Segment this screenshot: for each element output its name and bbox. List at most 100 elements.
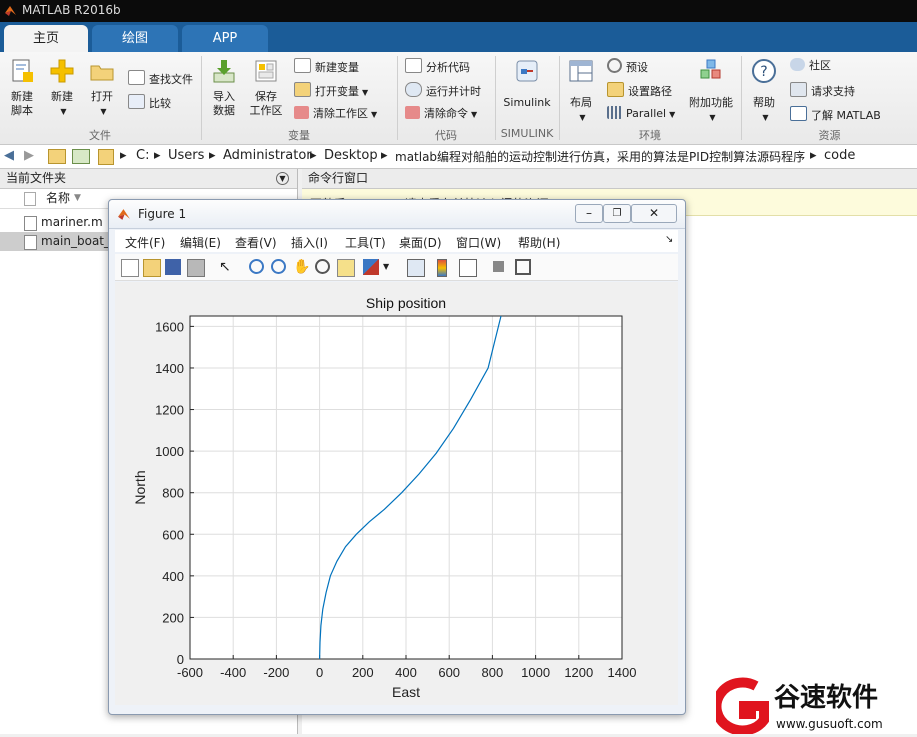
breadcrumb-desktop[interactable]: Desktop <box>324 148 378 163</box>
gusuoft-logo-icon: 谷速软件 www.gusuoft.com <box>711 677 883 736</box>
menu-edit[interactable]: 编辑(E) <box>180 234 221 251</box>
find-files-button[interactable]: 查找文件 <box>128 70 193 86</box>
save-workspace-label-2: 工作区 <box>249 104 283 117</box>
y-tick-label: 1000 <box>155 444 184 459</box>
clear-workspace-label: 清除工作区 <box>313 107 368 120</box>
open-variable-button[interactable]: 打开变量 ▼ <box>294 82 368 98</box>
run-and-time-label: 运行并计时 <box>426 85 481 98</box>
y-tick-label: 0 <box>177 652 184 667</box>
back-arrow-icon[interactable]: ◀ <box>4 148 14 163</box>
group-label-environment: 环境 <box>639 129 661 142</box>
layout-button[interactable]: 布局 ▼ <box>564 58 598 125</box>
up-folder-icon[interactable] <box>48 149 66 164</box>
open-file-icon[interactable] <box>143 259 161 277</box>
x-axis-label: East <box>392 684 420 700</box>
preferences-label: 预设 <box>626 61 648 74</box>
breadcrumb-users[interactable]: Users <box>168 148 204 163</box>
figure-title-bar[interactable]: Figure 1 – ❐ ✕ <box>109 200 685 229</box>
y-tick-label: 1200 <box>155 403 184 418</box>
pointer-icon[interactable]: ↖ <box>219 259 235 275</box>
menu-tools[interactable]: 工具(T) <box>345 234 386 251</box>
new-figure-icon[interactable] <box>121 259 139 277</box>
zoom-out-icon[interactable] <box>271 259 286 274</box>
file-name: mariner.m <box>41 215 103 229</box>
clear-workspace-button[interactable]: 清除工作区 ▼ <box>294 106 377 122</box>
set-path-button[interactable]: 设置路径 <box>607 82 672 98</box>
browse-folder-icon[interactable] <box>72 149 90 164</box>
preferences-button[interactable]: 预设 <box>607 58 648 74</box>
app-title: MATLAB R2016b <box>22 3 121 17</box>
x-tick-label: 600 <box>438 665 460 680</box>
breadcrumb-drive[interactable]: C: <box>136 148 149 163</box>
brush-icon[interactable] <box>363 259 379 275</box>
figure-canvas[interactable]: -600 -400 -200 0 200 400 600 800 1000 1200 1400 0 2… <box>115 282 678 705</box>
breadcrumb-administrator[interactable]: Administrator <box>223 148 312 163</box>
chevron-down-icon: ▼ <box>60 107 67 116</box>
tab-plots[interactable]: 绘图 <box>92 25 178 52</box>
close-button[interactable]: ✕ <box>631 204 677 223</box>
minimize-button[interactable]: – <box>575 204 603 223</box>
name-column-label: 名称 <box>46 191 71 205</box>
save-icon[interactable] <box>165 259 181 275</box>
new-button[interactable]: 新建 ▼ <box>44 58 80 119</box>
m-file-icon <box>24 235 37 250</box>
x-tick-label: 1200 <box>564 665 593 680</box>
panel-options-icon[interactable]: ▼ <box>276 172 289 185</box>
ribbon: 新建 脚本 新建 ▼ 打开 ▼ 查找文件 比较 文件 导入 数据 保存 工作区 … <box>0 52 917 145</box>
pan-icon[interactable]: ✋ <box>293 259 310 275</box>
breadcrumb-code[interactable]: code <box>824 148 855 163</box>
chevron-down-icon[interactable]: ▼ <box>383 259 391 275</box>
learn-icon <box>790 106 807 121</box>
menu-insert[interactable]: 插入(I) <box>291 234 328 251</box>
new-variable-button[interactable]: 新建变量 <box>294 58 359 74</box>
save-workspace-button[interactable]: 保存 工作区 <box>245 58 287 118</box>
menu-desktop[interactable]: 桌面(D) <box>399 234 442 251</box>
open-button[interactable]: 打开 ▼ <box>84 58 120 119</box>
tab-apps[interactable]: APP <box>182 25 268 52</box>
folder-icon <box>98 149 114 165</box>
colorbar-icon[interactable] <box>437 259 447 277</box>
clear-commands-button[interactable]: 清除命令 ▼ <box>405 106 477 122</box>
addons-button[interactable]: 附加功能 ▼ <box>686 58 736 125</box>
new-script-label-1: 新建 <box>11 90 33 103</box>
matlab-logo-icon <box>5 6 16 16</box>
sort-down-icon: ▼ <box>74 193 81 203</box>
save-workspace-label-1: 保存 <box>255 90 277 103</box>
figure-window[interactable]: Figure 1 – ❐ ✕ 文件(F) 编辑(E) 查看(V) 插入(I) 工… <box>108 199 686 715</box>
hide-plot-tools-icon[interactable] <box>493 261 504 272</box>
dock-arrow-icon[interactable]: ↘ <box>665 234 673 245</box>
restore-button[interactable]: ❐ <box>603 204 631 223</box>
chevron-down-icon: ▼ <box>762 113 769 122</box>
menu-help[interactable]: 帮助(H) <box>518 234 560 251</box>
current-folder-header: 当前文件夹 ▼ <box>0 169 297 189</box>
tab-home[interactable]: 主页 <box>4 25 88 52</box>
zoom-in-icon[interactable] <box>249 259 264 274</box>
legend-icon[interactable] <box>459 259 477 277</box>
compare-button[interactable]: 比较 <box>128 94 171 110</box>
learn-matlab-button[interactable]: 了解 MATLAB <box>790 106 881 122</box>
new-script-button[interactable]: 新建 脚本 <box>4 58 40 118</box>
data-cursor-icon[interactable] <box>337 259 355 277</box>
close-icon: ✕ <box>648 206 660 220</box>
import-data-button[interactable]: 导入 数据 <box>206 58 242 118</box>
menu-view[interactable]: 查看(V) <box>235 234 277 251</box>
rotate-icon[interactable] <box>315 259 330 274</box>
simulink-button[interactable]: Simulink <box>500 58 554 110</box>
show-plot-tools-icon[interactable] <box>515 259 531 275</box>
community-button[interactable]: 社区 <box>790 58 831 74</box>
menu-file[interactable]: 文件(F) <box>125 234 165 251</box>
breadcrumb-project-folder[interactable]: matlab编程对船舶的运动控制进行仿真，采用的算法是PID控制算法源码程序 <box>395 148 805 165</box>
menu-window[interactable]: 窗口(W) <box>456 234 501 251</box>
parallel-button[interactable]: Parallel ▼ <box>607 106 675 122</box>
analyze-code-button[interactable]: 分析代码 <box>405 58 470 74</box>
compare-label: 比较 <box>149 97 171 110</box>
link-plot-icon[interactable] <box>407 259 425 277</box>
learn-matlab-label: 了解 MATLAB <box>811 109 881 122</box>
parallel-label: Parallel <box>626 107 667 120</box>
request-support-button[interactable]: 请求支持 <box>790 82 855 98</box>
run-and-time-button[interactable]: 运行并计时 <box>405 82 481 98</box>
forward-arrow-icon[interactable]: ▶ <box>24 148 34 163</box>
plus-icon <box>50 59 74 83</box>
help-button[interactable]: ? 帮助 ▼ <box>746 58 782 125</box>
print-icon[interactable] <box>187 259 205 277</box>
